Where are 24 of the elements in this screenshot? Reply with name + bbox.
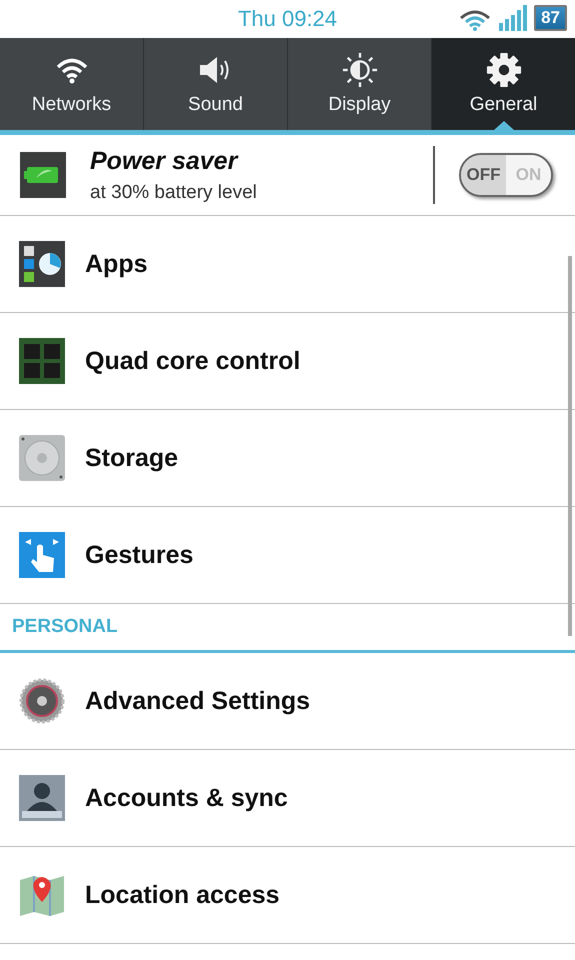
settings-icon — [484, 52, 522, 88]
cell-signal-icon — [498, 5, 528, 31]
gear-icon — [19, 678, 65, 724]
settings-item[interactable]: Advanced Settings — [0, 653, 575, 749]
apps-icon — [19, 241, 65, 287]
battery-icon — [20, 152, 66, 198]
settings-item[interactable]: Quad core control — [0, 313, 575, 409]
battery-level: 87 — [534, 5, 567, 31]
settings-item[interactable]: Storage — [0, 410, 575, 506]
person-card-icon — [19, 775, 65, 821]
power-saver-title: Power saver — [90, 146, 240, 176]
settings-tab[interactable]: General — [432, 38, 575, 130]
circuit-board-icon — [19, 338, 65, 384]
wifi-signal-icon — [458, 9, 492, 31]
power-saver-subtitle: at 30% battery level — [90, 182, 258, 204]
power-saver-toggle[interactable]: OFF ON — [459, 153, 553, 197]
settings-item[interactable]: Location access — [0, 847, 575, 943]
clock-time: Thu 09:24 — [238, 6, 338, 32]
settings-item[interactable]: Accounts & sync — [0, 750, 575, 846]
hand-swipe-icon — [19, 532, 65, 578]
settings-item[interactable]: Apps — [0, 216, 575, 312]
brightness-icon — [340, 52, 378, 88]
settings-item[interactable]: Gestures — [0, 507, 575, 603]
section-header: PERSONAL — [11, 615, 119, 639]
